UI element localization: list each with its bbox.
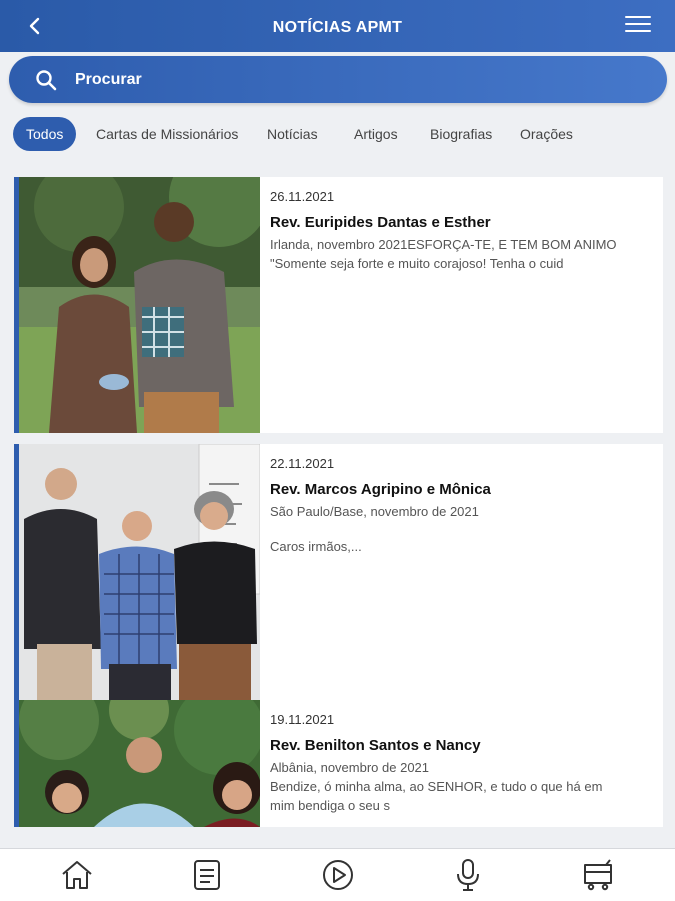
article-excerpt: Caros irmãos,... — [270, 539, 362, 554]
article-excerpt: Albânia, novembro de 2021 — [270, 760, 430, 775]
tab-todos[interactable]: Todos — [13, 117, 77, 151]
hamburger-icon-line — [625, 23, 651, 25]
search-label: Procurar — [75, 71, 142, 88]
article-photo — [19, 177, 260, 433]
microphone-icon — [457, 859, 479, 891]
cart-icon — [584, 859, 612, 891]
search-bar[interactable]: Procurar — [9, 56, 667, 103]
article-title: Rev. Euripides Dantas e Esther — [270, 214, 491, 231]
play-icon — [323, 860, 353, 890]
article-title: Rev. Benilton Santos e Nancy — [270, 737, 481, 754]
nav-shop-button[interactable] — [580, 857, 616, 893]
article-text: 22.11.2021 Rev. Marcos Agripino e Mônica… — [270, 456, 651, 554]
nav-news-button[interactable] — [190, 857, 226, 893]
article-text: 19.11.2021 Rev. Benilton Santos e Nancy … — [270, 712, 651, 813]
article-photo — [19, 700, 260, 827]
page-title: NOTÍCIAS APMT — [272, 19, 403, 36]
nav-podcast-button[interactable] — [450, 857, 486, 893]
article-text: 26.11.2021 Rev. Euripides Dantas e Esthe… — [270, 189, 651, 271]
app-header: NOTÍCIAS APMT — [0, 0, 675, 52]
article-excerpt: "Somente seja forte e muito corajoso! Te… — [270, 256, 564, 271]
tab-artigos[interactable]: Artigos — [354, 117, 398, 151]
article-date: 26.11.2021 — [270, 189, 335, 204]
tab-biografias[interactable]: Biografias — [430, 117, 492, 151]
article-excerpt: mim bendiga o seu s — [270, 798, 390, 813]
article-excerpt: Irlanda, novembro 2021ESFORÇA-TE, E TEM … — [270, 237, 617, 252]
nav-home-button[interactable] — [59, 857, 95, 893]
menu-button[interactable] — [625, 16, 651, 36]
article-card[interactable]: 22.11.2021 Rev. Marcos Agripino e Mônica… — [14, 444, 663, 700]
article-title: Rev. Marcos Agripino e Mônica — [270, 481, 491, 498]
tab-noticias[interactable]: Notícias — [267, 117, 318, 151]
article-excerpt: Bendize, ó minha alma, ao SENHOR, e tudo… — [270, 779, 603, 794]
home-icon — [62, 861, 92, 889]
article-card[interactable]: 19.11.2021 Rev. Benilton Santos e Nancy … — [14, 700, 663, 827]
article-card[interactable]: 26.11.2021 Rev. Euripides Dantas e Esthe… — [14, 177, 663, 433]
bottom-navigation — [0, 848, 675, 901]
article-date: 22.11.2021 — [270, 456, 335, 471]
search-icon — [36, 70, 57, 91]
news-icon — [194, 860, 220, 890]
hamburger-icon — [625, 16, 651, 18]
category-tabs: Todos Cartas de Missionários Notícias Ar… — [0, 117, 675, 153]
article-photo — [19, 444, 260, 700]
tab-oracoes[interactable]: Orações — [520, 117, 573, 151]
hamburger-icon-line — [625, 30, 651, 32]
article-date: 19.11.2021 — [270, 712, 335, 727]
nav-media-button[interactable] — [320, 857, 356, 893]
article-excerpt: São Paulo/Base, novembro de 2021 — [270, 504, 479, 519]
tab-cartas-de-missionarios[interactable]: Cartas de Missionários — [96, 117, 238, 151]
